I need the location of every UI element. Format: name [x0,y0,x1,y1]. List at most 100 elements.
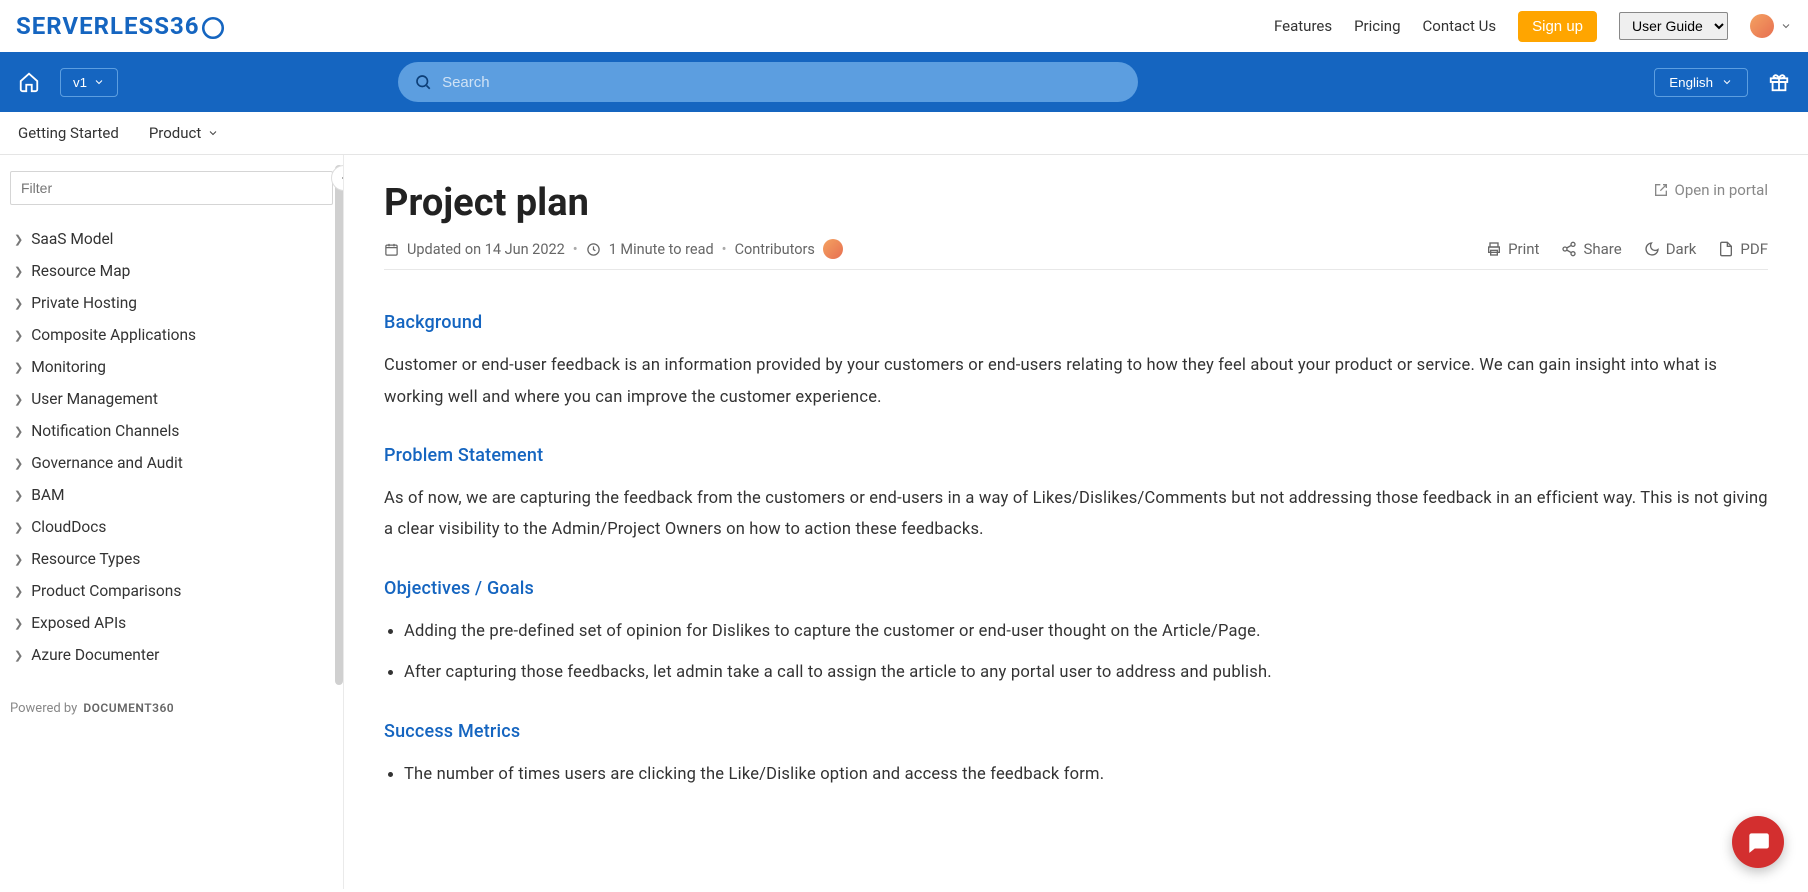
sidebar-item-label: User Management [31,390,158,408]
sidebar-item[interactable]: ❯ Azure Documenter [10,639,333,671]
chevron-right-icon: ❯ [14,617,23,630]
sidebar-item[interactable]: ❯SaaS Model [10,223,333,255]
meta-left: Updated on 14 Jun 2022 • 1 Minute to rea… [384,239,843,259]
chevron-right-icon: ❯ [14,553,23,566]
page-title: Project plan [384,181,589,225]
pdf-icon [1718,241,1734,257]
powered-by: Powered by DOCUMENT360 [10,701,333,716]
subnav-product[interactable]: Product [149,124,219,142]
sidebar-scrollbar[interactable] [335,165,343,685]
sidebar-item[interactable]: ❯User Management [10,383,333,415]
sidebar-item-label: Product Comparisons [31,582,181,600]
chat-fab[interactable] [1732,816,1784,868]
pdf-button[interactable]: PDF [1718,240,1768,258]
moon-icon [1644,241,1660,257]
section-heading-success: Success Metrics [384,715,1768,749]
article-header: Project plan Open in portal [384,181,1768,225]
section-text: As of now, we are capturing the feedback… [384,483,1768,546]
sidebar-item[interactable]: ❯ Resource Map [10,255,333,287]
article-meta: Updated on 14 Jun 2022 • 1 Minute to rea… [384,239,1768,270]
version-selector[interactable]: v1 [60,68,118,97]
sidebar-tree: ❯SaaS Model ❯ Resource Map ❯ Private Hosting… [10,223,333,671]
nav-contact[interactable]: Contact Us [1423,17,1497,35]
search-icon [414,73,432,91]
sidebar-item-label: Governance and Audit [31,454,183,472]
clock-icon [586,242,601,257]
sidebar-item[interactable]: ❯ Resource Types [10,543,333,575]
nav-features[interactable]: Features [1274,17,1332,35]
chevron-right-icon: ❯ [14,425,23,438]
sidebar-item[interactable]: ❯Monitoring [10,351,333,383]
sidebar-item[interactable]: ❯ Private Hosting [10,287,333,319]
sidebar-filter-input[interactable] [10,171,333,205]
sidebar: ❯SaaS Model ❯ Resource Map ❯ Private Hosting… [0,155,344,889]
sidebar-item[interactable]: ❯Exposed APIs [10,607,333,639]
contributors-label: Contributors [735,241,815,258]
contributor-avatar [823,239,843,259]
external-edit-icon [1653,182,1669,198]
brand-suffix [200,15,226,41]
article-body: Background Customer or end-user feedback… [384,306,1768,790]
updated-date: Updated on 14 Jun 2022 [407,241,565,258]
print-button[interactable]: Print [1486,240,1539,258]
subnav-getting-started[interactable]: Getting Started [18,124,119,142]
open-in-portal-link[interactable]: Open in portal [1653,181,1769,199]
chevron-down-icon [93,76,105,88]
sidebar-item-label: Private Hosting [31,294,137,312]
sidebar-item-label: Azure Documenter [31,646,159,664]
chevron-down-icon [207,127,219,139]
sidebar-item-label: Resource Map [31,262,130,280]
nav-pricing[interactable]: Pricing [1354,17,1400,35]
user-guide-select[interactable]: User Guide [1619,12,1728,40]
sidebar-item[interactable]: ❯ Composite Applications [10,319,333,351]
version-label: v1 [73,75,87,90]
language-selector[interactable]: English [1654,68,1748,97]
sidebar-item[interactable]: ❯Notification Channels [10,415,333,447]
chevron-right-icon: ❯ [14,457,23,470]
sidebar-item[interactable]: ❯BAM [10,479,333,511]
subnav-product-label: Product [149,124,201,142]
list-item: The number of times users are clicking t… [404,759,1768,790]
article-content: Project plan Open in portal Updated on 1… [344,155,1808,889]
separator: • [722,241,727,258]
chevron-right-icon: ❯ [14,297,23,310]
chevron-right-icon: ❯ [14,649,23,662]
separator: • [573,241,578,258]
open-in-portal-label: Open in portal [1675,181,1769,199]
top-navbar: SERVERLESS36 Features Pricing Contact Us… [0,0,1808,52]
toolbar-right: English [1654,68,1790,97]
search-input[interactable] [442,74,1122,91]
account-menu[interactable] [1750,14,1792,38]
section-heading-background: Background [384,306,1768,340]
share-icon [1561,241,1577,257]
topnav-right: Features Pricing Contact Us Sign up User… [1274,11,1792,42]
sidebar-item-label: CloudDocs [31,518,106,536]
section-heading-problem: Problem Statement [384,439,1768,473]
section-text: Customer or end-user feedback is an info… [384,350,1768,413]
share-button[interactable]: Share [1561,240,1621,258]
powered-label: Powered by [10,701,77,716]
gift-icon[interactable] [1768,71,1790,93]
chevron-right-icon: ❯ [14,521,23,534]
signup-button[interactable]: Sign up [1518,11,1597,42]
chevron-right-icon: ❯ [14,265,23,278]
chat-icon [1745,829,1771,855]
home-icon[interactable] [18,71,40,93]
sub-navbar: Getting Started Product [0,112,1808,155]
chevron-right-icon: ❯ [14,329,23,342]
sidebar-item-label: Monitoring [31,358,106,376]
sidebar-item[interactable]: ❯ Product Comparisons [10,575,333,607]
sidebar-item[interactable]: ❯ Governance and Audit [10,447,333,479]
chevron-right-icon: ❯ [14,585,23,598]
success-list: The number of times users are clicking t… [384,759,1768,790]
list-item: After capturing those feedbacks, let adm… [404,657,1768,688]
sidebar-item-label: Resource Types [31,550,140,568]
dark-mode-toggle[interactable]: Dark [1644,240,1697,258]
calendar-icon [384,242,399,257]
sidebar-item-label: BAM [31,486,64,504]
sidebar-item-label: Composite Applications [31,326,196,344]
brand-logo[interactable]: SERVERLESS36 [16,12,226,40]
search-container [398,62,1138,102]
sidebar-item[interactable]: ❯ CloudDocs [10,511,333,543]
read-time: 1 Minute to read [609,241,714,258]
